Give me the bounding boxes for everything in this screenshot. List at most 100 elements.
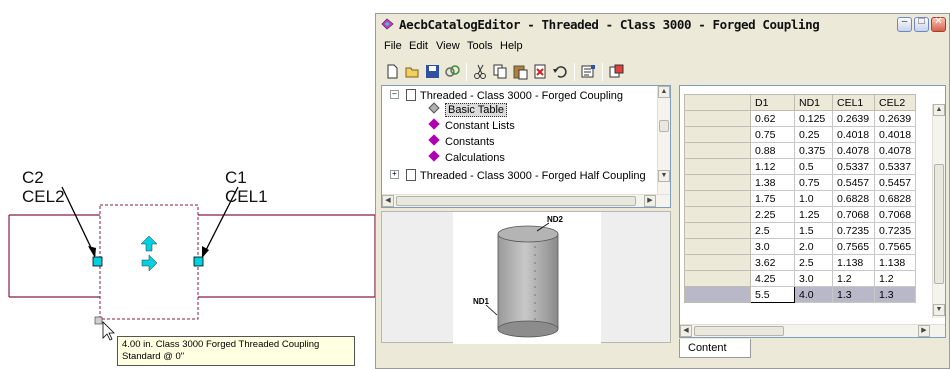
row-header[interactable] — [684, 206, 751, 223]
grid-cell[interactable]: 5.5 — [750, 286, 795, 303]
scroll-down-icon[interactable]: ▼ — [658, 170, 670, 182]
scroll-thumb[interactable] — [396, 196, 636, 206]
scroll-left-icon[interactable]: ◀ — [680, 325, 692, 337]
grid-cell[interactable]: 0.7565 — [873, 238, 917, 255]
table-row[interactable]: 3.62 2.5 1.138 1.138 — [684, 254, 917, 271]
grid-cell[interactable]: 1.2 — [832, 270, 875, 287]
tree-item-constants[interactable]: Constants — [428, 134, 495, 149]
grid-cell[interactable]: 1.3 — [873, 286, 917, 303]
scroll-up-icon[interactable]: ▲ — [933, 104, 945, 116]
title-bar[interactable]: AecbCatalogEditor - Threaded - Class 300… — [376, 14, 949, 36]
grid-cell[interactable]: 1.5 — [794, 222, 833, 239]
grid-cell[interactable]: 1.38 — [750, 174, 795, 191]
grid-cell[interactable]: 0.375 — [794, 142, 833, 159]
grid-cell[interactable]: 0.7235 — [832, 222, 875, 239]
undo-icon[interactable] — [552, 63, 569, 80]
grid-cell[interactable]: 1.0 — [794, 190, 833, 207]
row-header[interactable] — [684, 222, 751, 239]
scroll-right-icon[interactable]: ▶ — [644, 195, 656, 207]
menu-view[interactable]: View — [436, 40, 460, 52]
tree-vertical-scrollbar[interactable]: ▲ ▼ — [657, 86, 670, 194]
grid-cell[interactable]: 0.7235 — [873, 222, 917, 239]
row-header[interactable] — [684, 158, 751, 175]
menu-file[interactable]: File — [384, 40, 402, 52]
row-header[interactable] — [684, 190, 751, 207]
tree-node-coupling[interactable]: – Threaded - Class 3000 - Forged Coupling — [390, 87, 623, 102]
scroll-left-icon[interactable]: ◀ — [382, 195, 394, 207]
grid-cell[interactable]: 0.6828 — [832, 190, 875, 207]
table-row[interactable]: 0.75 0.25 0.4018 0.4018 — [684, 126, 917, 143]
grid-vertical-scrollbar[interactable]: ▲ ▼ — [932, 104, 945, 318]
tree-item-calculations[interactable]: Calculations — [428, 150, 505, 165]
link-icon[interactable] — [444, 63, 461, 80]
table-row[interactable]: 2.25 1.25 0.7068 0.7068 — [684, 206, 917, 223]
grid-cell[interactable]: 0.5457 — [832, 174, 875, 191]
grid-cell[interactable]: 0.7068 — [832, 206, 875, 223]
grid-cell[interactable]: 1.3 — [832, 286, 875, 303]
grid-cell[interactable]: 2.5 — [750, 222, 795, 239]
grid-cell[interactable]: 0.5337 — [873, 158, 917, 175]
scroll-thumb[interactable] — [694, 326, 784, 336]
new-icon[interactable] — [384, 63, 401, 80]
grid-cell[interactable]: 0.5 — [794, 158, 833, 175]
scroll-down-icon[interactable]: ▼ — [933, 304, 945, 316]
paste-icon[interactable] — [512, 63, 529, 80]
grid-cell[interactable]: 2.0 — [794, 238, 833, 255]
grip-c1[interactable] — [193, 256, 204, 267]
grip-c2[interactable] — [92, 256, 103, 267]
scroll-thumb[interactable] — [934, 164, 944, 284]
row-header[interactable] — [684, 238, 751, 255]
expand-icon[interactable]: + — [390, 170, 399, 179]
table-row[interactable]: 4.25 3.0 1.2 1.2 — [684, 270, 917, 287]
tree-horizontal-scrollbar[interactable]: ◀ ▶ — [382, 194, 670, 207]
delete-icon[interactable] — [532, 63, 549, 80]
row-header[interactable] — [684, 126, 751, 143]
table-row[interactable]: 2.5 1.5 0.7235 0.7235 — [684, 222, 917, 239]
column-header-cel1[interactable]: CEL1 — [832, 94, 875, 111]
grid-cell[interactable]: 2.5 — [794, 254, 833, 271]
grid-cell[interactable]: 1.138 — [832, 254, 875, 271]
grid-cell[interactable]: 1.75 — [750, 190, 795, 207]
row-header[interactable] — [684, 110, 751, 127]
grid-cell[interactable]: 0.4018 — [832, 126, 875, 143]
table-row[interactable]: 1.12 0.5 0.5337 0.5337 — [684, 158, 917, 175]
grid-cell[interactable]: 0.88 — [750, 142, 795, 159]
grid-cell[interactable]: 0.75 — [750, 126, 795, 143]
tree-item-basic-table[interactable]: Basic Table — [428, 102, 508, 117]
minimize-button[interactable]: – — [897, 16, 912, 32]
table-row[interactable]: 0.62 0.125 0.2639 0.2639 — [684, 110, 917, 127]
grid-cell[interactable]: 0.2639 — [832, 110, 875, 127]
table-row[interactable]: 0.88 0.375 0.4078 0.4078 — [684, 142, 917, 159]
grid-cell[interactable]: 4.25 — [750, 270, 795, 287]
close-button[interactable]: ✕ — [931, 16, 946, 32]
grid-cell[interactable]: 0.7068 — [873, 206, 917, 223]
grid-cell[interactable]: 3.62 — [750, 254, 795, 271]
row-header[interactable] — [684, 286, 751, 303]
grid-cell[interactable]: 1.12 — [750, 158, 795, 175]
open-icon[interactable] — [404, 63, 421, 80]
table-row[interactable]: 3.0 2.0 0.7565 0.7565 — [684, 238, 917, 255]
tree-node-half-coupling[interactable]: + Threaded - Class 3000 - Forged Half Cou… — [390, 167, 646, 182]
grid-cell[interactable]: 3.0 — [750, 238, 795, 255]
row-header[interactable] — [684, 142, 751, 159]
grid-cell[interactable]: 1.25 — [794, 206, 833, 223]
grid-cell[interactable]: 0.62 — [750, 110, 795, 127]
grid-cell[interactable]: 4.0 — [794, 286, 833, 303]
tab-content[interactable]: Content — [679, 339, 751, 358]
grid-cell[interactable]: 0.6828 — [873, 190, 917, 207]
menu-help[interactable]: Help — [500, 40, 523, 52]
column-header-nd1[interactable]: ND1 — [794, 94, 833, 111]
menu-edit[interactable]: Edit — [409, 40, 428, 52]
scroll-thumb[interactable] — [659, 120, 669, 132]
grid-cell[interactable]: 3.0 — [794, 270, 833, 287]
grid-cell[interactable]: 0.4078 — [873, 142, 917, 159]
menu-tools[interactable]: Tools — [467, 40, 493, 52]
scroll-right-icon[interactable]: ▶ — [918, 325, 930, 337]
grid-cell[interactable]: 0.2639 — [873, 110, 917, 127]
row-header[interactable] — [684, 254, 751, 271]
grid-horizontal-scrollbar[interactable]: ◀ ▶ — [680, 324, 945, 337]
grid-cell[interactable]: 0.7565 — [832, 238, 875, 255]
grid-cell[interactable]: 0.25 — [794, 126, 833, 143]
properties-icon[interactable] — [580, 63, 597, 80]
grid-cell[interactable]: 2.25 — [750, 206, 795, 223]
